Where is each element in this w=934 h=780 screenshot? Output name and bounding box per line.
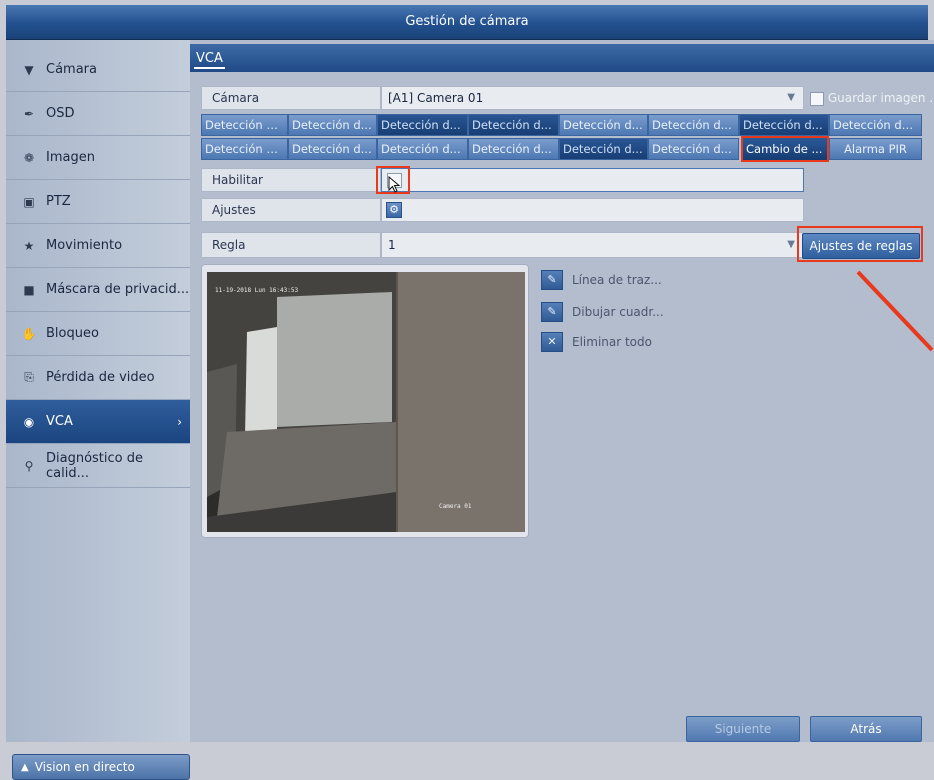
camera-value: [A1] Camera 01: [388, 91, 484, 105]
draw-line-label: Línea de traz...: [572, 273, 662, 287]
detection-button[interactable]: Detección d...: [201, 114, 288, 136]
preview-channel: Camera 01: [439, 503, 472, 510]
sidebar-item-label: OSD: [46, 106, 75, 121]
rule-label: Regla: [212, 238, 246, 252]
camera-label-cell: Cámara: [201, 86, 381, 110]
privacy-mask-icon: ■: [23, 282, 35, 297]
enable-label: Habilitar: [212, 173, 263, 187]
camera-preview: 11-19-2018 Lun 16:43:53 Camera 01: [201, 264, 529, 538]
settings-field: ⚙: [381, 198, 804, 222]
sidebar-item-label: PTZ: [46, 194, 71, 209]
detection-button[interactable]: Detección d...: [559, 114, 648, 136]
sidebar-item-label: Cámara: [46, 62, 97, 77]
clear-all-tool[interactable]: ✕ Eliminar todo: [541, 332, 652, 352]
settings-label-cell: Ajustes: [201, 198, 381, 222]
detection-button[interactable]: Detección d...: [468, 114, 559, 136]
home-icon: ▲: [21, 761, 29, 773]
video-loss-icon: ⎘: [24, 370, 34, 384]
sidebar-item-vca[interactable]: ◉ VCA ›: [6, 400, 190, 444]
scene-change-button[interactable]: Cambio de ...: [741, 136, 829, 162]
edit-icon: ✎: [541, 302, 563, 322]
rule-select[interactable]: 1 ▼: [381, 232, 804, 258]
rule-settings-highlight: [797, 226, 923, 262]
sidebar-item-label: Máscara de privacid...: [46, 282, 190, 297]
sidebar-item-tamper[interactable]: ✋ Bloqueo: [6, 312, 190, 356]
save-image-label: Guardar imagen ...: [827, 91, 934, 105]
vca-icon: ◉: [23, 414, 35, 429]
sidebar-item-image[interactable]: ❁ Imagen: [6, 136, 190, 180]
save-image-checkbox[interactable]: [810, 91, 824, 106]
motion-icon: ★: [23, 238, 35, 253]
back-button[interactable]: Atrás: [810, 716, 922, 742]
chevron-down-icon: ▼: [787, 239, 795, 250]
sidebar: ▼ Cámara ✒ OSD ❁ Imagen ▣ PTZ ★ Movimien…: [6, 40, 191, 780]
detection-button[interactable]: Detección d...: [377, 138, 468, 160]
sidebar-item-label: Bloqueo: [46, 326, 99, 341]
detection-button[interactable]: Detección d...: [739, 114, 829, 136]
draw-box-label: Dibujar cuadr...: [572, 305, 664, 319]
enable-label-cell: Habilitar: [201, 168, 381, 192]
sidebar-item-label: VCA: [46, 414, 73, 429]
window-title: Gestión de cámara: [6, 5, 928, 40]
diagnosis-icon: ⚲: [24, 458, 34, 473]
detection-button[interactable]: Detección d...: [648, 138, 739, 160]
sidebar-item-motion[interactable]: ★ Movimiento: [6, 224, 190, 268]
enable-field: [381, 168, 804, 192]
camera-select[interactable]: [A1] Camera 01 ▼: [381, 86, 804, 110]
detection-button[interactable]: Detección de...: [829, 114, 922, 136]
sidebar-item-privacy-mask[interactable]: ■ Máscara de privacid...: [6, 268, 190, 312]
detection-button[interactable]: Detección d...: [468, 138, 559, 160]
tab-vca[interactable]: VCA: [194, 50, 225, 69]
pencil-icon: ✎: [541, 270, 563, 290]
sidebar-item-label: Imagen: [46, 150, 95, 165]
sidebar-item-label: Diagnóstico de calid...: [45, 450, 143, 481]
preview-image: 11-19-2018 Lun 16:43:53 Camera 01: [207, 272, 525, 532]
detection-button[interactable]: Detección d...: [559, 138, 648, 160]
clear-all-label: Eliminar todo: [572, 335, 652, 349]
sidebar-item-camera[interactable]: ▼ Cámara: [6, 48, 190, 92]
draw-box-tool[interactable]: ✎ Dibujar cuadr...: [541, 302, 664, 322]
camera-label: Cámara: [212, 91, 260, 105]
detection-button[interactable]: Detección d...: [377, 114, 468, 136]
detection-button[interactable]: Detección d...: [288, 114, 377, 136]
sidebar-item-label: Pérdida de video: [46, 370, 155, 385]
chevron-down-icon: ▼: [787, 92, 795, 103]
detection-button[interactable]: Detección d...: [288, 138, 377, 160]
gear-icon[interactable]: ⚙: [386, 202, 402, 218]
osd-icon: ✒: [23, 106, 35, 121]
live-view-label: Vision en directo: [34, 760, 135, 774]
camera-icon: ▼: [24, 62, 34, 77]
main-panel: VCA Cámara [A1] Camera 01 ▼ Guardar imag…: [190, 40, 934, 742]
sidebar-item-osd[interactable]: ✒ OSD: [6, 92, 190, 136]
sidebar-item-label: Movimiento: [46, 238, 123, 253]
preview-timestamp: 11-19-2018 Lun 16:43:53: [215, 287, 298, 294]
rule-label-cell: Regla: [201, 232, 381, 258]
trash-icon: ✕: [541, 332, 563, 352]
save-image-option[interactable]: Guardar imagen ...: [810, 91, 934, 106]
next-button[interactable]: Siguiente: [686, 716, 800, 742]
image-icon: ❁: [23, 150, 35, 165]
cursor-icon: [388, 176, 401, 193]
pir-alarm-button[interactable]: Alarma PIR: [829, 138, 922, 160]
settings-label: Ajustes: [212, 203, 256, 217]
sidebar-item-diagnosis[interactable]: ⚲ Diagnóstico de calid...: [6, 444, 190, 488]
detection-button[interactable]: Detección d...: [201, 138, 288, 160]
sidebar-item-ptz[interactable]: ▣ PTZ: [6, 180, 190, 224]
chevron-right-icon: ›: [177, 414, 182, 429]
tab-bar: VCA: [190, 44, 934, 72]
draw-line-tool[interactable]: ✎ Línea de traz...: [541, 270, 662, 290]
sidebar-item-video-loss[interactable]: ⎘ Pérdida de video: [6, 356, 190, 400]
ptz-icon: ▣: [23, 194, 35, 209]
tamper-icon: ✋: [21, 326, 37, 341]
live-view-button[interactable]: ▲ Vision en directo: [12, 754, 190, 780]
detection-button[interactable]: Detección d...: [648, 114, 739, 136]
rule-value: 1: [388, 238, 396, 252]
